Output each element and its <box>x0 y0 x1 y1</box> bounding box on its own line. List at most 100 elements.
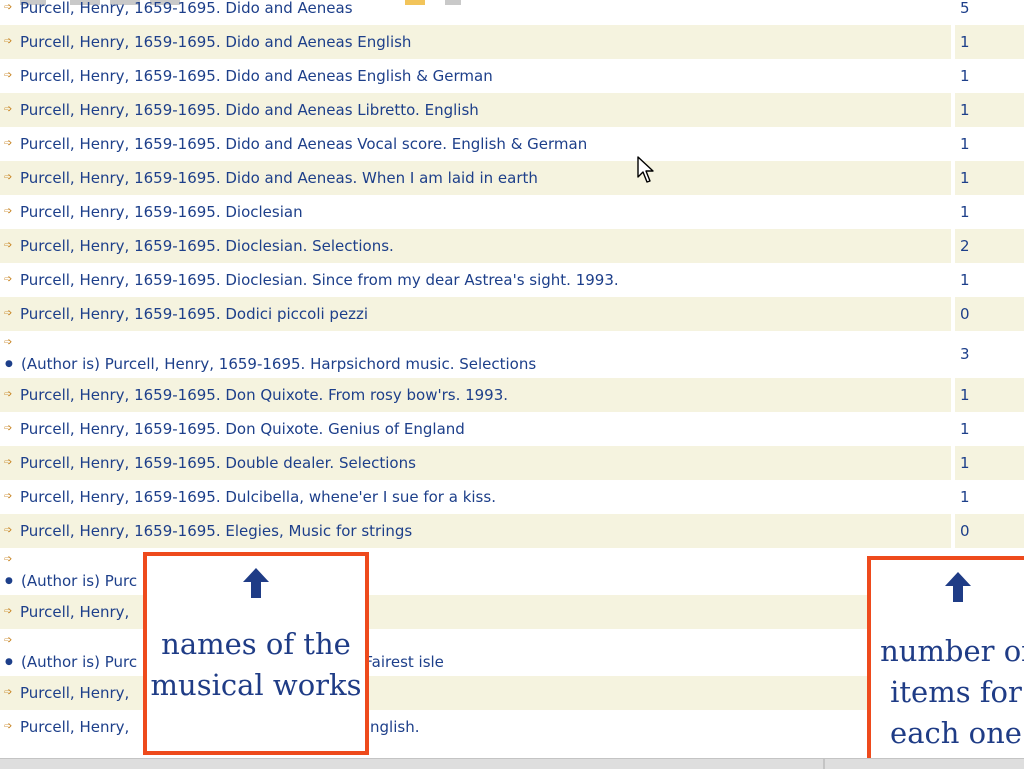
title-link[interactable]: Purcell, Henry, 1659-1695. Double dealer… <box>20 455 416 472</box>
arrow-right-icon: ➩ <box>4 606 13 617</box>
arrow-right-icon: ➩ <box>4 554 13 565</box>
table-row: ➩ Purcell, Henry, 1659-1695. Dido and Aen… <box>0 93 1024 127</box>
title-link[interactable]: Purcell, Henry, 1659-1695. Dido and Aene… <box>20 34 411 51</box>
arrow-right-icon: ➩ <box>4 423 13 434</box>
arrow-right-icon: ➩ <box>4 172 13 183</box>
callout-text-line: names of the <box>161 627 351 661</box>
title-link[interactable]: Purcell, Henry, 1659-1695. Don Quixote. … <box>20 387 508 404</box>
arrow-right-icon: ➩ <box>4 138 13 149</box>
callout-text-line: number of <box>880 634 1024 668</box>
table-row: ➩ Purcell, Henry, 1659-1695. Dioclesian. … <box>0 229 1024 263</box>
count-cell: 0 <box>951 514 1024 548</box>
table-row: ➩ ● (Author is) Purcell, Henry, 1659-1695.… <box>0 331 1024 378</box>
author-link[interactable]: (Author is) Purcell, Henry, 1659-1695. H… <box>21 356 536 373</box>
title-link[interactable]: Purcell, Henry, 1659-1695. Dido and Aene… <box>20 102 479 119</box>
table-row: ➩ Purcell, Henry, 1659-1695. Dido and Aen… <box>0 59 1024 93</box>
title-link[interactable]: Purcell, Henry, 1659-1695. Elegies, Musi… <box>20 523 412 540</box>
title-cell: ➩ Purcell, Henry, 1659-1695. Dido and Aen… <box>0 59 951 93</box>
title-cell: ➩ Purcell, Henry, 1659-1695. Elegies, Mus… <box>0 514 951 548</box>
arrow-right-icon: ➩ <box>4 457 13 468</box>
title-link[interactable]: Purcell, Henry, 1659-1695. Dido and Aene… <box>20 68 493 85</box>
item-count: 1 <box>960 420 970 438</box>
bullet-icon: ● <box>5 359 13 369</box>
count-cell: 1 <box>951 195 1024 229</box>
arrow-right-icon: ➩ <box>4 70 13 81</box>
count-cell: 1 <box>951 446 1024 480</box>
count-cell: 1 <box>951 412 1024 446</box>
callout-number-of-items: number of items for each one <box>867 556 1024 764</box>
item-count: 0 <box>960 305 970 323</box>
title-cell: ➩ Purcell, Henry, 1659-1695. Don Quixote.… <box>0 412 951 446</box>
title-cell: ➩ Purcell, Henry, 1659-1695. Dioclesian <box>0 195 951 229</box>
title-link[interactable]: Purcell, Henry, <box>20 685 129 702</box>
table-row: ➩ Purcell, Henry, 1659-1695. Dido and Aen… <box>0 0 1024 25</box>
item-count: 1 <box>960 135 970 153</box>
item-count: 1 <box>960 454 970 472</box>
arrow-right-icon: ➩ <box>4 337 13 348</box>
count-cell: 0 <box>951 297 1024 331</box>
arrow-right-icon: ➩ <box>4 308 13 319</box>
table-row: ➩ Purcell, Henry, 1659-1695. Dido and Aen… <box>0 25 1024 59</box>
arrow-up-icon <box>243 568 269 598</box>
arrow-up-icon <box>945 572 971 602</box>
title-cell: ➩ Purcell, Henry, 1659-1695. Dido and Aen… <box>0 161 951 195</box>
title-link[interactable]: Purcell, Henry, 1659-1695. Dido and Aene… <box>20 170 538 187</box>
bullet-icon: ● <box>5 576 13 586</box>
title-cell: ➩ Purcell, Henry, 1659-1695. Don Quixote.… <box>0 378 951 412</box>
title-cell: ➩ ● (Author is) Purcell, Henry, 1659-1695.… <box>0 331 951 378</box>
item-count: 1 <box>960 271 970 289</box>
title-cell: ➩ Purcell, Henry, 1659-1695. Dioclesian. … <box>0 229 951 263</box>
item-count: 1 <box>960 33 970 51</box>
title-link[interactable]: Purcell, Henry, 1659-1695. Dulcibella, w… <box>20 489 496 506</box>
item-count: 3 <box>960 345 970 363</box>
table-row: ➩ Purcell, Henry, 1659-1695. Dodici picco… <box>0 297 1024 331</box>
title-cell: ➩ Purcell, Henry, 1659-1695. Dido and Aen… <box>0 127 951 161</box>
item-count: 2 <box>960 237 970 255</box>
count-cell: 1 <box>951 480 1024 514</box>
callout-text-line: each one <box>890 716 1022 750</box>
title-link[interactable]: Purcell, Henry, 1659-1695. Don Quixote. … <box>20 421 465 438</box>
callout-names-of-works: names of the musical works <box>143 552 369 755</box>
horizontal-scrollbar[interactable] <box>0 758 1024 769</box>
count-cell: 1 <box>951 127 1024 161</box>
count-cell: 1 <box>951 263 1024 297</box>
title-cell: ➩ Purcell, Henry, 1659-1695. Dido and Aen… <box>0 0 951 25</box>
arrow-right-icon: ➩ <box>4 274 13 285</box>
table-row: ➩ Purcell, Henry, 1659-1695. Don Quixote.… <box>0 412 1024 446</box>
title-cell: ➩ Purcell, Henry, 1659-1695. Dido and Aen… <box>0 93 951 127</box>
callout-text-line: items for <box>890 675 1022 709</box>
item-count: 1 <box>960 203 970 221</box>
arrow-right-icon: ➩ <box>4 635 13 646</box>
title-link[interactable]: Purcell, Henry, <box>20 604 129 621</box>
table-row: ➩ Purcell, Henry, 1659-1695. Dioclesian 1 <box>0 195 1024 229</box>
count-cell: 1 <box>951 93 1024 127</box>
count-cell: 5 <box>951 0 1024 25</box>
title-cell: ➩ Purcell, Henry, 1659-1695. Dido and Aen… <box>0 25 951 59</box>
title-cell: ➩ Purcell, Henry, 1659-1695. Dioclesian. … <box>0 263 951 297</box>
title-link[interactable]: Purcell, Henry, 1659-1695. Dodici piccol… <box>20 306 368 323</box>
title-link[interactable]: Purcell, Henry, 1659-1695. Dido and Aene… <box>20 136 587 153</box>
arrow-right-icon: ➩ <box>4 104 13 115</box>
arrow-right-icon: ➩ <box>4 36 13 47</box>
item-count: 1 <box>960 488 970 506</box>
arrow-right-icon: ➩ <box>4 240 13 251</box>
count-cell: 1 <box>951 25 1024 59</box>
item-count: 1 <box>960 67 970 85</box>
arrow-right-icon: ➩ <box>4 2 13 13</box>
item-count: 1 <box>960 169 970 187</box>
callout-text-line: musical works <box>150 668 362 702</box>
title-link[interactable]: Purcell, Henry, 1659-1695. Dioclesian. S… <box>20 238 394 255</box>
table-row: ➩ Purcell, Henry, 1659-1695. Don Quixote.… <box>0 378 1024 412</box>
title-cell: ➩ Purcell, Henry, 1659-1695. Dulcibella, … <box>0 480 951 514</box>
item-count: 0 <box>960 522 970 540</box>
table-row: ➩ Purcell, Henry, 1659-1695. Dido and Aen… <box>0 161 1024 195</box>
count-cell: 2 <box>951 229 1024 263</box>
arrow-right-icon: ➩ <box>4 491 13 502</box>
title-link[interactable]: Purcell, Henry, 1659-1695. Dioclesian. S… <box>20 272 619 289</box>
title-link[interactable]: Purcell, Henry, 1659-1695. Dioclesian <box>20 204 303 221</box>
title-cell: ➩ Purcell, Henry, 1659-1695. Double deale… <box>0 446 951 480</box>
count-cell: 1 <box>951 378 1024 412</box>
count-cell: 3 <box>951 331 1024 378</box>
mouse-cursor-icon <box>637 156 654 183</box>
title-link[interactable]: Purcell, Henry, 1659-1695. Dido and Aene… <box>20 0 353 17</box>
